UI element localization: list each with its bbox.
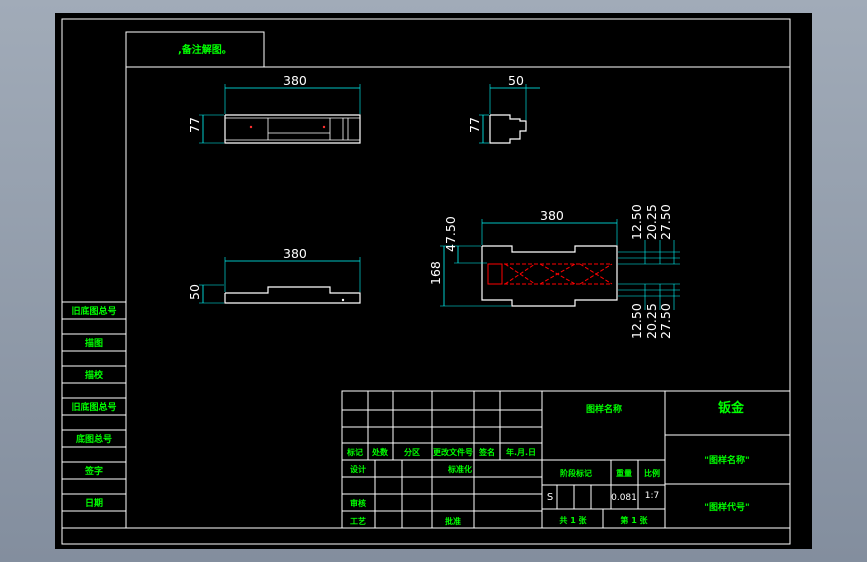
note-text: ,备注解图。 [178,43,232,56]
cad-viewport: ,备注解图。 380 77 50 77 380 50 380 168 47.50… [0,0,867,562]
weight-value: 0.081 [611,493,637,503]
side-table-label: 日期 [85,497,103,509]
flat-width-dim: 380 [540,208,564,223]
approval-label: 批准 [445,516,461,526]
drawing-name: "图样名称" [704,454,749,466]
flat-height-dim: 168 [428,261,443,285]
front-view-hole-right [322,125,326,129]
side-table-label: 描校 [85,369,104,381]
flat-right-top-dim-3: 27.50 [658,204,673,240]
top-height-dim: 50 [187,284,202,300]
stage-value: S [547,492,553,503]
flat-right-top-dim-1: 12.50 [629,204,644,240]
flat-right-top-dim-2: 20.25 [644,204,659,240]
side-table-label: 底图总号 [76,433,112,445]
drawing-code: "图样代号" [704,501,749,513]
drawing-canvas[interactable]: ,备注解图。 380 77 50 77 380 50 380 168 47.50… [0,0,867,562]
header-date: 年.月.日 [506,447,536,457]
header-change-doc: 更改文件号 [433,447,473,457]
scale-value: 1:7 [645,491,659,501]
flat-right-bottom-dim-1: 12.50 [629,303,644,339]
role-design: 设计 [350,464,366,474]
front-height-dim: 77 [187,117,202,133]
side-width-dim: 50 [508,73,524,88]
top-view-hole [341,298,345,302]
side-table-label: 旧底图总号 [71,305,116,317]
stage-mark-label: 阶段标记 [560,468,592,478]
side-table-label: 描图 [85,337,103,349]
flat-right-bottom-dim-2: 20.25 [644,303,659,339]
role-process: 工艺 [350,516,366,526]
side-table-label: 签字 [84,465,103,477]
standardization-label: 标准化 [447,464,472,474]
flat-right-bottom-dim-3: 27.50 [658,303,673,339]
material-name: 钣金 [718,400,745,416]
header-zone: 分区 [404,447,420,457]
side-height-dim: 77 [467,117,482,133]
front-width-dim: 380 [283,73,307,88]
header-mark: 标记 [346,447,363,457]
header-signature: 签名 [478,447,495,457]
side-table-label: 旧底图总号 [71,401,116,413]
header-count: 处数 [371,447,389,457]
sheet-number: 第 1 张 [620,515,648,525]
drawing-title: 图样名称 [586,403,622,415]
top-width-dim: 380 [283,246,307,261]
flat-left-top-dim: 47.50 [443,216,458,252]
scale-label: 比例 [644,468,660,478]
sheets-total: 共 1 张 [559,515,587,525]
role-review: 审核 [350,498,366,508]
weight-label: 重量 [616,468,632,478]
front-view-hole-left [249,125,253,129]
